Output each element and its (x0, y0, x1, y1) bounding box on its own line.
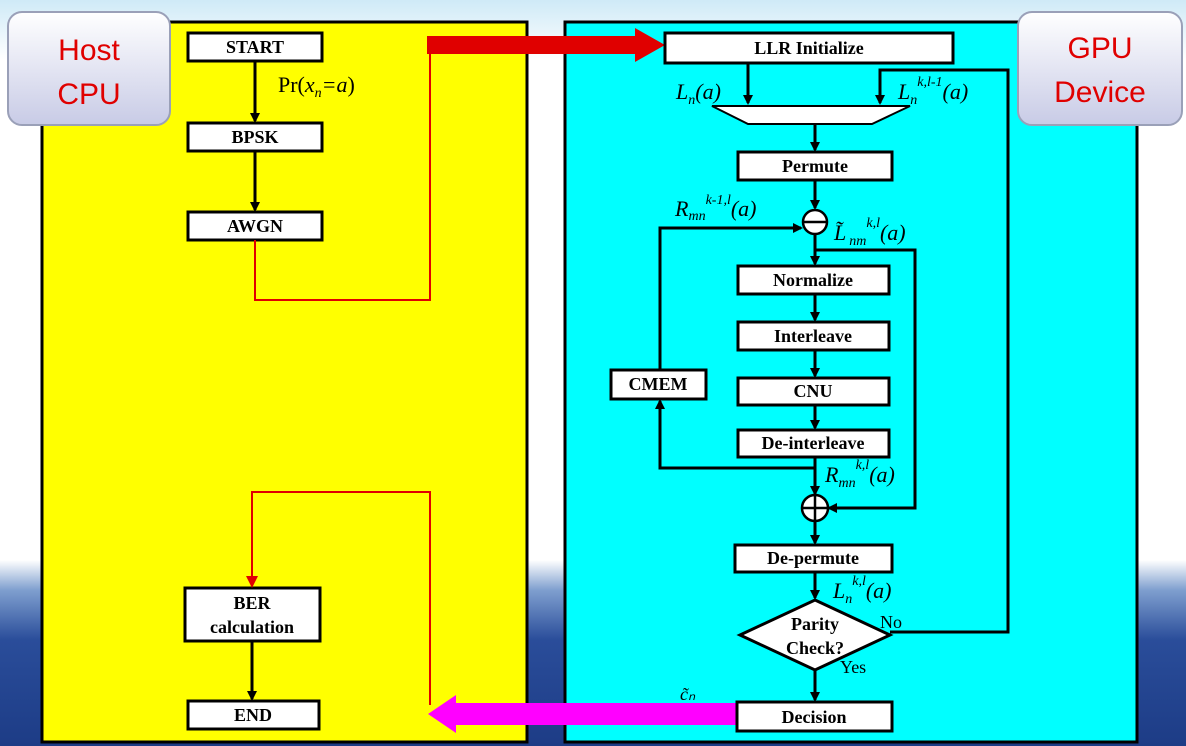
svg-text:Normalize: Normalize (773, 270, 853, 290)
svg-text:Check?: Check? (786, 638, 844, 658)
yes-label: Yes (840, 657, 866, 677)
interleave-block: Interleave (736, 320, 891, 352)
cnu-block: CNU (736, 376, 891, 407)
permute-block: Permute (736, 150, 894, 182)
depermute-block: De-permute (733, 543, 894, 574)
flowchart: Host CPU GPU Device START BPSK AWGN BER c… (7, 11, 1183, 744)
svg-text:AWGN: AWGN (227, 216, 283, 236)
llr-initialize-block: LLR Initialize (663, 31, 955, 65)
svg-text:CMEM: CMEM (629, 374, 688, 394)
deinterleave-block: De-interleave (736, 428, 891, 459)
svg-text:LLR Initialize: LLR Initialize (754, 38, 864, 58)
no-label: No (880, 612, 902, 632)
decision-block: Decision (735, 700, 894, 733)
svg-text:Parity: Parity (791, 614, 839, 634)
ln-label: Ln(a) (675, 79, 721, 108)
gpu-label-line2: Device (1054, 76, 1146, 109)
awgn-block: AWGN (186, 210, 324, 242)
svg-text:END: END (234, 705, 272, 725)
host-label-line2: CPU (57, 78, 120, 111)
svg-text:calculation: calculation (210, 617, 294, 637)
bpsk-block: BPSK (186, 121, 324, 153)
start-block: START (186, 31, 324, 63)
svg-text:Interleave: Interleave (774, 326, 852, 346)
gpu-device-label: GPU Device (1017, 11, 1183, 126)
svg-text:De-interleave: De-interleave (762, 433, 865, 453)
svg-text:BPSK: BPSK (231, 127, 278, 147)
svg-text:Decision: Decision (782, 707, 847, 727)
cmem-block: CMEM (609, 368, 708, 401)
host-label-line1: Host (58, 34, 120, 67)
svg-text:BER: BER (233, 593, 271, 613)
end-block: END (186, 699, 321, 731)
svg-text:CNU: CNU (794, 381, 833, 401)
svg-text:De-permute: De-permute (767, 548, 859, 568)
gpu-label-line1: GPU (1067, 32, 1132, 65)
subtract-node (801, 208, 829, 236)
svg-text:Permute: Permute (782, 156, 848, 176)
add-node (800, 493, 830, 523)
host-cpu-label: Host CPU (7, 11, 171, 126)
ber-calculation-block: BER calculation (183, 586, 322, 643)
svg-text:START: START (226, 37, 284, 57)
normalize-block: Normalize (736, 264, 891, 296)
c-hat-label: c̃ₙ (680, 684, 696, 704)
